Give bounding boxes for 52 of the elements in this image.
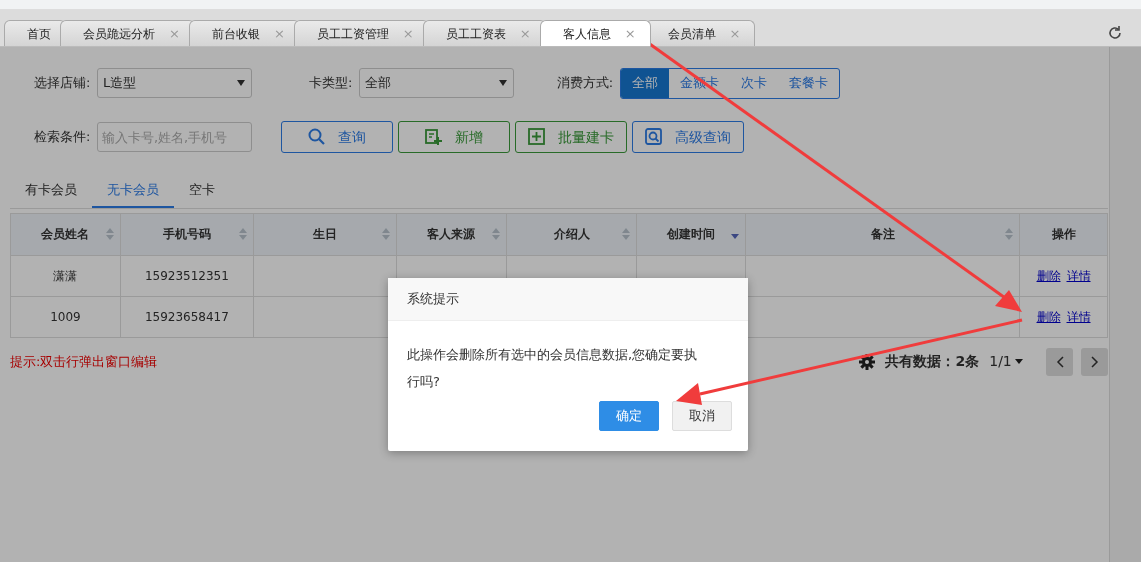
table-cell: 15923658417 [144, 309, 229, 324]
field-label: 消费方式: [556, 74, 614, 93]
field-label: 检索条件: [34, 128, 91, 147]
plus-square-icon [527, 128, 546, 146]
tab[interactable]: 客人信息 × [539, 20, 651, 46]
column-header[interactable]: 生日 [253, 213, 397, 255]
column-header[interactable]: 操作 [1019, 213, 1108, 255]
next-button[interactable] [1081, 347, 1108, 376]
column-header[interactable]: 创建时间 [636, 213, 746, 255]
segment-option[interactable]: 全部 [620, 68, 669, 98]
caret-icon [236, 80, 245, 86]
chevron-left-icon [1055, 355, 1064, 368]
column-header[interactable]: 客人来源 [396, 213, 507, 255]
table-cell: 15923512351 [144, 268, 229, 283]
action-button[interactable]: 高级查询 [631, 121, 744, 153]
search-square-icon [644, 128, 663, 146]
edit-plus-icon [424, 128, 443, 146]
column-header[interactable]: 会员姓名 [10, 213, 121, 255]
action-button[interactable]: 查询 [280, 121, 393, 153]
chevron-right-icon [1090, 355, 1099, 368]
details-link[interactable]: 详情 [1066, 309, 1091, 324]
hint-text: 提示:双击行弹出窗口编辑 [10, 352, 158, 371]
table-cell: 1009 [50, 309, 81, 324]
dialog-title: 系统提示 [388, 278, 748, 321]
page-indicator[interactable]: 1/1 [989, 351, 1012, 372]
table-cell: 潇潇 [53, 268, 78, 283]
cancel-button[interactable]: 取消 [672, 401, 732, 431]
column-header[interactable]: 介绍人 [506, 213, 637, 255]
dialog-message: 此操作会删除所有选中的会员信息数据,您确定要执行吗? [406, 346, 699, 391]
delete-link[interactable]: 删除 [1036, 268, 1061, 283]
store-select[interactable]: L造型 [96, 68, 252, 98]
card-type-select[interactable]: 全部 [358, 68, 514, 98]
confirm-button[interactable]: 确定 [599, 401, 659, 431]
previous-button[interactable] [1046, 347, 1073, 376]
segment-option[interactable]: 套餐卡 [777, 68, 839, 98]
delete-link[interactable]: 删除 [1036, 309, 1061, 324]
segment-option[interactable]: 次卡 [729, 68, 778, 98]
caret-icon [498, 80, 507, 86]
column-header[interactable]: 手机号码 [120, 213, 254, 255]
total-count: 共有数据：2条 [885, 352, 980, 371]
search-icon [307, 128, 326, 146]
tab[interactable]: 无卡会员 [92, 175, 174, 208]
details-link[interactable]: 详情 [1066, 268, 1091, 283]
scrollbar[interactable] [1109, 47, 1141, 562]
caret-icon [1015, 359, 1023, 364]
settings-icon [859, 353, 876, 370]
column-header[interactable]: 备注 [745, 213, 1020, 255]
field-label: 卡类型: [308, 74, 353, 93]
field-label: 选择店铺: [34, 74, 91, 93]
tab[interactable]: 空卡 [174, 175, 230, 208]
tab[interactable]: 有卡会员 [10, 175, 92, 208]
refresh-icon [1107, 24, 1123, 41]
